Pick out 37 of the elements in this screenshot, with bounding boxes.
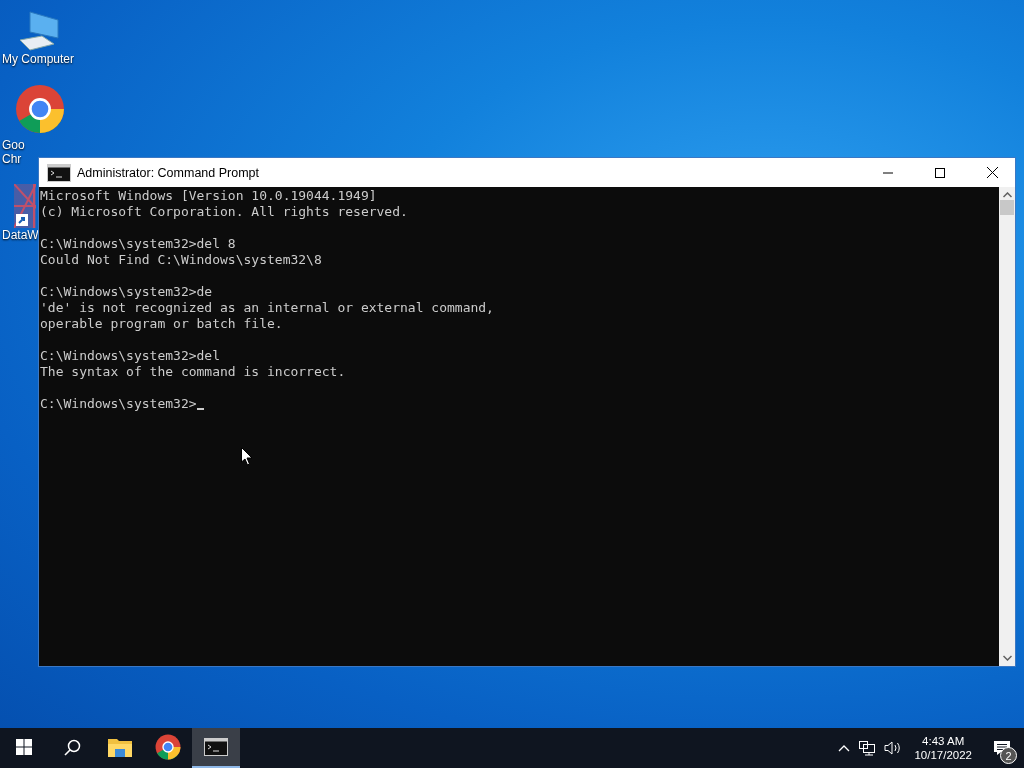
console-line: C:\Windows\system32>del 8 — [40, 236, 236, 252]
console-line: Microsoft Windows [Version 10.0.19044.1949] — [40, 188, 377, 204]
notification-count: 2 — [1000, 747, 1017, 764]
console-line: 'de' is not recognized as an internal or external command, — [40, 300, 494, 316]
network-grid-icon — [14, 184, 36, 228]
console-line: C:\Windows\system32> — [40, 396, 197, 412]
desktop-icon-label: Goo — [2, 138, 25, 152]
terminal-icon — [47, 163, 71, 182]
desktop-icon-label: My Computer — [2, 52, 75, 66]
folder-icon — [108, 737, 132, 757]
scroll-up-icon[interactable] — [1002, 192, 1012, 198]
clock[interactable]: 4:43 AM 10/17/2022 — [906, 728, 980, 768]
scroll-down-icon[interactable] — [1002, 655, 1012, 661]
console-line: Could Not Find C:\Windows\system32\8 — [40, 252, 322, 268]
mouse-pointer-icon — [241, 447, 253, 466]
scrollbar-thumb[interactable] — [1000, 200, 1014, 215]
notification-button[interactable]: 2 — [980, 728, 1024, 768]
console-line: (c) Microsoft Corporation. All rights reserved. — [40, 204, 408, 220]
search-icon — [63, 738, 81, 756]
desktop-icon-label: DataW — [2, 228, 39, 242]
console-line: The syntax of the command is incorrect. — [40, 364, 346, 380]
window-title: Administrator: Command Prompt — [77, 165, 260, 180]
maximize-icon — [935, 167, 945, 178]
taskbar-button[interactable] — [192, 728, 240, 768]
scrollbar[interactable] — [999, 187, 1015, 666]
windows-logo-icon — [16, 739, 32, 755]
desktop-icon-label: Chr — [2, 152, 22, 166]
console-line: C:\Windows\system32>de — [40, 284, 213, 300]
text-cursor — [196, 408, 204, 410]
chrome-icon — [15, 84, 65, 134]
terminal-icon — [204, 738, 228, 756]
close-icon — [986, 167, 998, 178]
clock-date: 10/17/2022 — [914, 749, 972, 761]
console-line: C:\Windows\system32>del — [40, 348, 220, 364]
console-line: operable program or batch file. — [40, 316, 283, 332]
clock-time: 4:43 AM — [922, 735, 965, 747]
chrome-icon — [155, 734, 181, 760]
